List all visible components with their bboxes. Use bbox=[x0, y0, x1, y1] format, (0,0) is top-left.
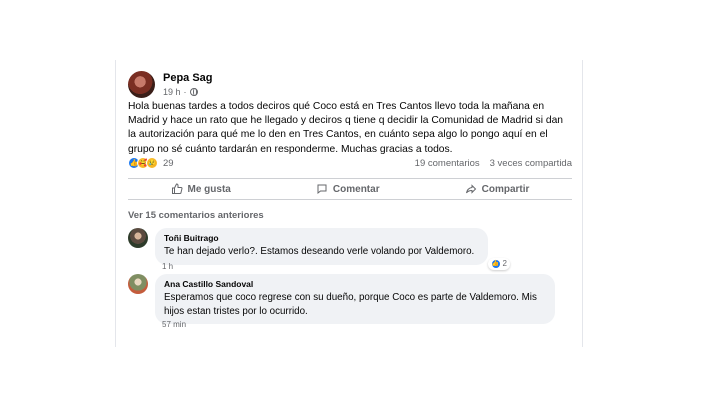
comment-bubble: Ana Castillo Sandoval Esperamos que coco… bbox=[155, 274, 555, 324]
sad-icon: 😢 bbox=[146, 157, 158, 169]
comment-author[interactable]: Toñi Buitrago bbox=[164, 233, 479, 244]
comment-reaction-count: 2 bbox=[502, 259, 507, 268]
post-header-text: Pepa Sag 19 h · bbox=[163, 72, 213, 97]
post-stats: 19 comentarios 3 veces compartida bbox=[415, 158, 572, 169]
like-button[interactable]: Me gusta bbox=[171, 183, 231, 195]
action-bar: Me gusta Comentar Compartir bbox=[128, 178, 572, 200]
comment-bubble: Toñi Buitrago Te han dejado verlo?. Esta… bbox=[155, 228, 510, 270]
post-header: Pepa Sag 19 h · bbox=[128, 71, 213, 98]
comments-count[interactable]: 19 comentarios bbox=[415, 158, 480, 169]
comment-reactions[interactable]: 👍 2 bbox=[487, 257, 510, 270]
view-more-comments[interactable]: Ver 15 comentarios anteriores bbox=[128, 210, 264, 221]
post-author[interactable]: Pepa Sag bbox=[163, 72, 213, 85]
comment-text: Esperamos que coco regrese con su dueño,… bbox=[164, 292, 537, 317]
like-icon: 👍 bbox=[490, 258, 501, 269]
commenter-avatar[interactable] bbox=[128, 228, 148, 248]
share-label: Compartir bbox=[481, 183, 530, 195]
comment-item: Toñi Buitrago Te han dejado verlo?. Esta… bbox=[128, 228, 510, 270]
reactions-row: 👍 🥰 😢 29 19 comentarios 3 veces comparti… bbox=[128, 156, 572, 170]
author-avatar[interactable] bbox=[128, 71, 155, 98]
comment-text: Te han dejado verlo?. Estamos deseando v… bbox=[164, 246, 475, 257]
comment-time[interactable]: 1 h bbox=[162, 262, 173, 271]
comment-icon bbox=[317, 184, 327, 195]
commenter-avatar[interactable] bbox=[128, 274, 148, 294]
like-icon bbox=[171, 183, 183, 194]
comment-item: Ana Castillo Sandoval Esperamos que coco… bbox=[128, 274, 555, 324]
post-time[interactable]: 19 h bbox=[163, 87, 181, 97]
comment-label: Comentar bbox=[332, 183, 380, 195]
comment-author[interactable]: Ana Castillo Sandoval bbox=[164, 279, 546, 290]
reaction-count[interactable]: 29 bbox=[163, 158, 174, 169]
post-meta: 19 h · bbox=[163, 87, 213, 97]
post-body: Hola buenas tardes a todos deciros qué C… bbox=[128, 101, 564, 155]
comment-time[interactable]: 57 min bbox=[162, 320, 186, 329]
comment-button[interactable]: Comentar bbox=[316, 183, 380, 195]
post-card: Pepa Sag 19 h · Hola buenas tardes a tod… bbox=[115, 60, 583, 347]
globe-icon bbox=[189, 88, 198, 96]
like-label: Me gusta bbox=[187, 183, 231, 195]
share-button[interactable]: Compartir bbox=[465, 183, 530, 195]
reaction-icons[interactable]: 👍 🥰 😢 bbox=[128, 157, 158, 169]
shares-count[interactable]: 3 veces compartida bbox=[490, 158, 572, 169]
share-icon bbox=[465, 184, 476, 194]
